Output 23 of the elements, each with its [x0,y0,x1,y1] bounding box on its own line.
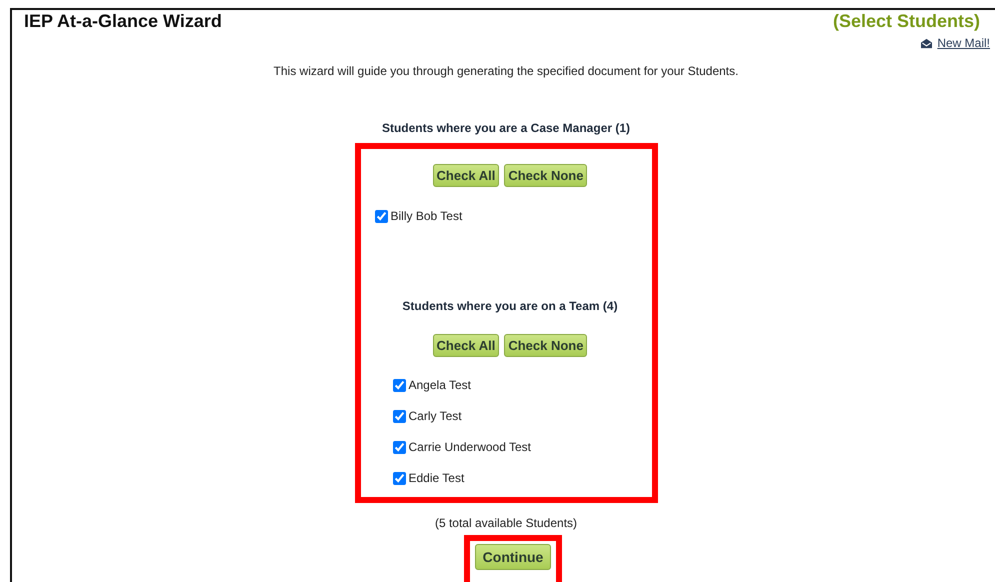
check-button[interactable]: Check None [504,334,588,357]
student-name: Carly Test [408,409,462,423]
student-name: Billy Bob Test [390,209,462,223]
student-name: Carrie Underwood Test [408,440,532,454]
envelope-icon [920,38,934,48]
new-mail-link[interactable]: New Mail! [920,36,990,50]
intro-text: This wizard will guide you through generating the specified document for your Students. [272,64,740,78]
student-name: Angela Test [408,378,471,392]
checkbox[interactable] [392,440,406,454]
step-label: (Select Students) [832,11,980,32]
check-button[interactable]: Check All [432,164,500,187]
checkbox[interactable] [392,378,406,392]
student-name: Eddie Test [408,471,464,485]
check-button[interactable]: Check None [504,164,588,187]
checkbox[interactable] [374,210,388,222]
total-count: (5 total available Students) [434,516,578,530]
continue-button[interactable]: Continue [474,544,552,570]
checkbox[interactable] [392,410,406,422]
section-heading: Students where you are on a Team (4) [401,299,619,313]
wizard-title: IEP At-a-Glance Wizard [24,11,222,32]
section-heading: Students where you are a Case Manager (1) [380,121,632,135]
check-button[interactable]: Check All [432,334,500,357]
checkbox[interactable] [392,472,406,484]
